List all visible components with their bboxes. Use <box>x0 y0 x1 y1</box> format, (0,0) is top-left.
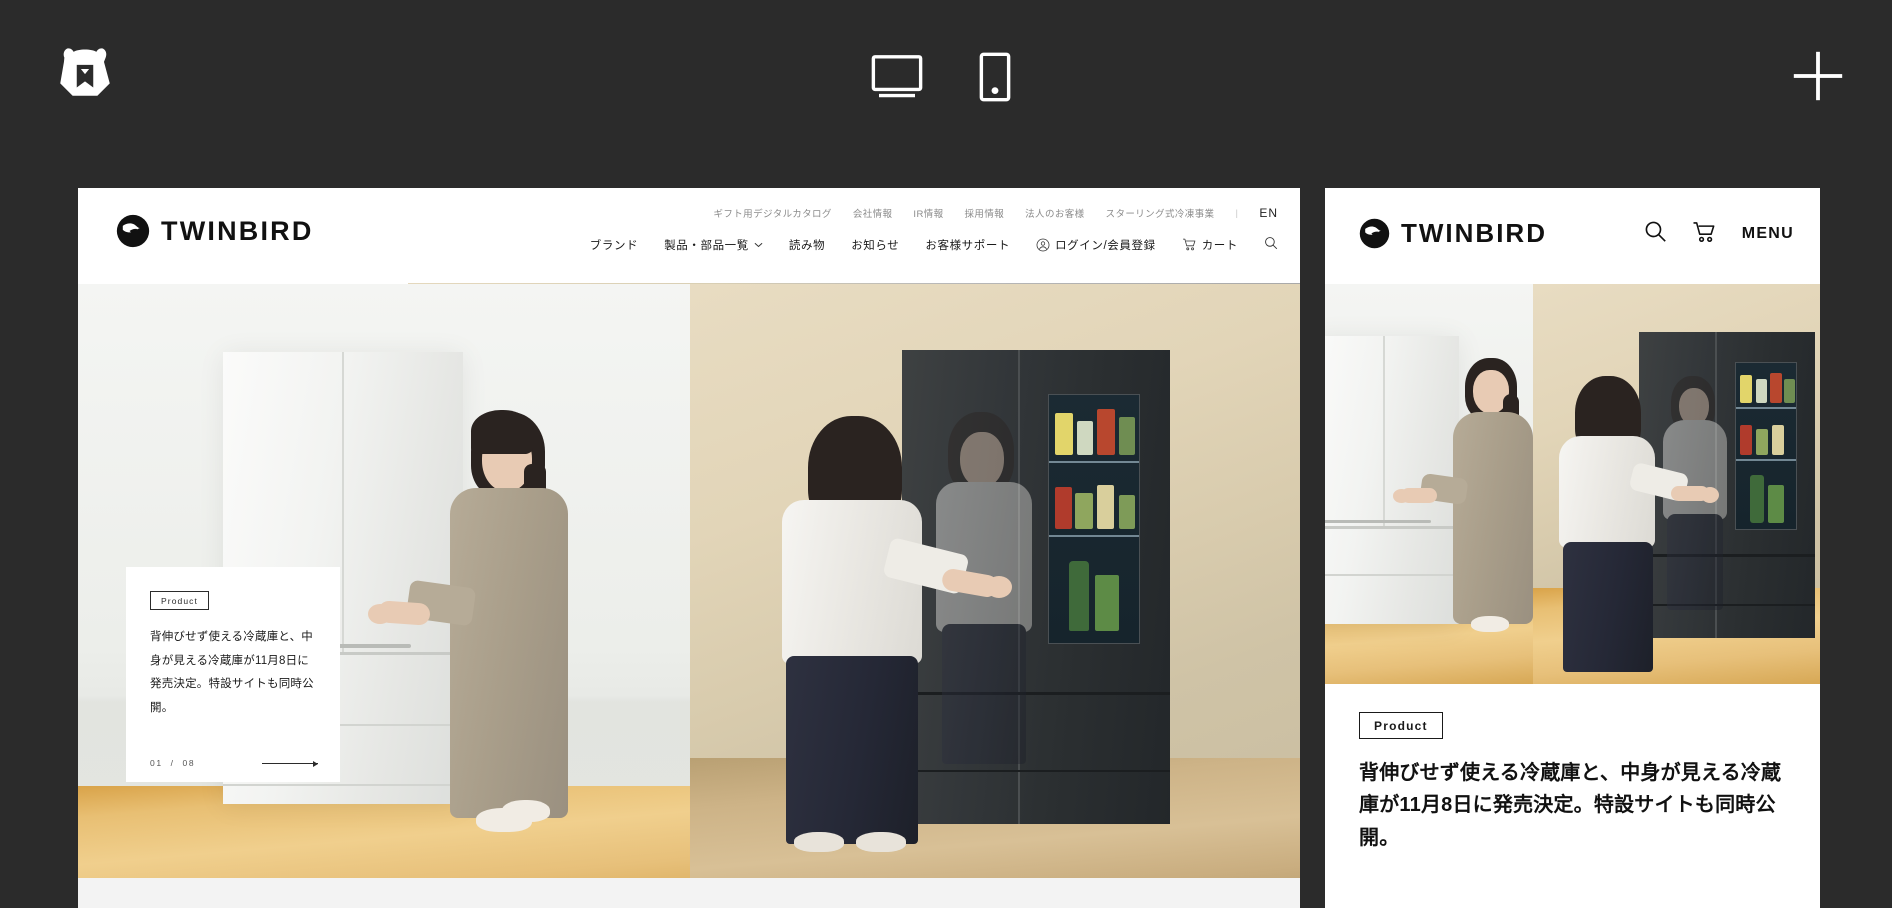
nav-item-reading[interactable]: 読み物 <box>789 237 825 253</box>
utility-nav-item-recruit[interactable]: 採用情報 <box>965 206 1005 220</box>
utility-nav-item-company[interactable]: 会社情報 <box>853 206 893 220</box>
utility-nav-separator: | <box>1235 207 1239 219</box>
utility-nav-item-catalog[interactable]: ギフト用デジタルカタログ <box>713 206 831 220</box>
chevron-down-icon <box>754 242 763 247</box>
mobile-preview-frame[interactable]: TWINBIRD MENU Product 背伸びせず使える冷蔵庫と、中身が見え… <box>1325 188 1820 908</box>
hero-image-white-fridge-mobile <box>1325 284 1533 684</box>
shopping-cart-icon <box>1182 238 1196 251</box>
mobile-header-actions: MENU <box>1644 220 1794 248</box>
utility-nav-item-corporate[interactable]: 法人のお客様 <box>1025 206 1084 220</box>
site-logo-mobile[interactable]: TWINBIRD <box>1359 218 1547 249</box>
hero-badge: Product <box>150 591 209 610</box>
plus-icon[interactable] <box>1788 46 1848 106</box>
user-circle-icon <box>1036 238 1050 251</box>
twinbird-circle-logo <box>116 214 150 248</box>
nav-item-products[interactable]: 製品・部品一覧 <box>664 237 763 253</box>
hero-card-mobile[interactable]: Product 背伸びせず使える冷蔵庫と、中身が見える冷蔵庫が11月8日に発売決… <box>1325 684 1820 908</box>
hero-image-dark-fridge-mobile <box>1533 284 1820 684</box>
desktop-monitor-icon[interactable] <box>867 47 927 107</box>
hero-image-dark-fridge <box>690 284 1300 908</box>
main-nav: ブランド 製品・部品一覧 読み物 お知らせ お客様サポート ログイン/会員登録 … <box>590 236 1278 253</box>
twinbird-circle-logo <box>1359 218 1390 249</box>
mobile-menu-button[interactable]: MENU <box>1742 225 1794 243</box>
nav-item-products-label: 製品・部品一覧 <box>664 239 749 252</box>
site-header-mobile: TWINBIRD MENU <box>1325 188 1820 284</box>
utility-nav: ギフト用デジタルカタログ 会社情報 IR情報 採用情報 法人のお客様 スターリン… <box>713 206 1278 220</box>
arrow-right-icon[interactable] <box>262 759 318 767</box>
hero-counter-current: 01 <box>150 758 163 768</box>
cart-label: カート <box>1201 239 1238 252</box>
search-icon[interactable] <box>1264 236 1278 253</box>
utility-nav-item-stirling[interactable]: スターリング式冷凍事業 <box>1106 206 1215 220</box>
account-link[interactable]: ログイン/会員登録 <box>1036 237 1156 253</box>
hero-counter: 01 / 08 <box>150 758 195 768</box>
nav-item-brand[interactable]: ブランド <box>590 237 638 253</box>
account-label: ログイン/会員登録 <box>1055 239 1156 252</box>
nav-item-news[interactable]: お知らせ <box>851 237 899 253</box>
hero-counter-total: 08 <box>182 758 196 768</box>
mobile-phone-icon[interactable] <box>965 47 1025 107</box>
hero-carousel-desktop[interactable]: Product 背伸びせず使える冷蔵庫と、中身が見える冷蔵庫が11月8日に発売決… <box>78 284 1300 908</box>
hero-badge-mobile: Product <box>1359 712 1443 739</box>
app-toolbar <box>0 0 1892 188</box>
search-icon[interactable] <box>1644 220 1667 248</box>
preview-area: TWINBIRD ギフト用デジタルカタログ 会社情報 IR情報 採用情報 法人の… <box>0 188 1892 908</box>
site-logo-desktop[interactable]: TWINBIRD <box>116 214 314 248</box>
desktop-preview-frame[interactable]: TWINBIRD ギフト用デジタルカタログ 会社情報 IR情報 採用情報 法人の… <box>78 188 1300 908</box>
cart-link[interactable]: カート <box>1182 237 1238 253</box>
site-header-desktop: TWINBIRD ギフト用デジタルカタログ 会社情報 IR情報 採用情報 法人の… <box>78 188 1300 284</box>
site-logo-text-mobile: TWINBIRD <box>1401 218 1547 248</box>
shopping-cart-icon[interactable] <box>1692 221 1717 248</box>
language-toggle[interactable]: EN <box>1259 206 1278 220</box>
viewport-switcher <box>0 42 1892 112</box>
utility-nav-item-ir[interactable]: IR情報 <box>913 206 943 220</box>
site-logo-text: TWINBIRD <box>161 215 314 246</box>
hero-carousel-mobile[interactable] <box>1325 284 1820 684</box>
hero-headline: 背伸びせず使える冷蔵庫と、中身が見える冷蔵庫が11月8日に発売決定。特設サイトも… <box>150 631 314 714</box>
page-section-below-hero <box>78 878 1300 908</box>
nav-item-support[interactable]: お客様サポート <box>925 237 1010 253</box>
hero-counter-separator: / <box>170 758 175 768</box>
hero-headline-mobile: 背伸びせず使える冷蔵庫と、中身が見える冷蔵庫が11月8日に発売決定。特設サイトも… <box>1359 762 1782 849</box>
hero-card-footer: 01 / 08 <box>150 758 318 768</box>
hero-card-desktop[interactable]: Product 背伸びせず使える冷蔵庫と、中身が見える冷蔵庫が11月8日に発売決… <box>126 567 340 782</box>
